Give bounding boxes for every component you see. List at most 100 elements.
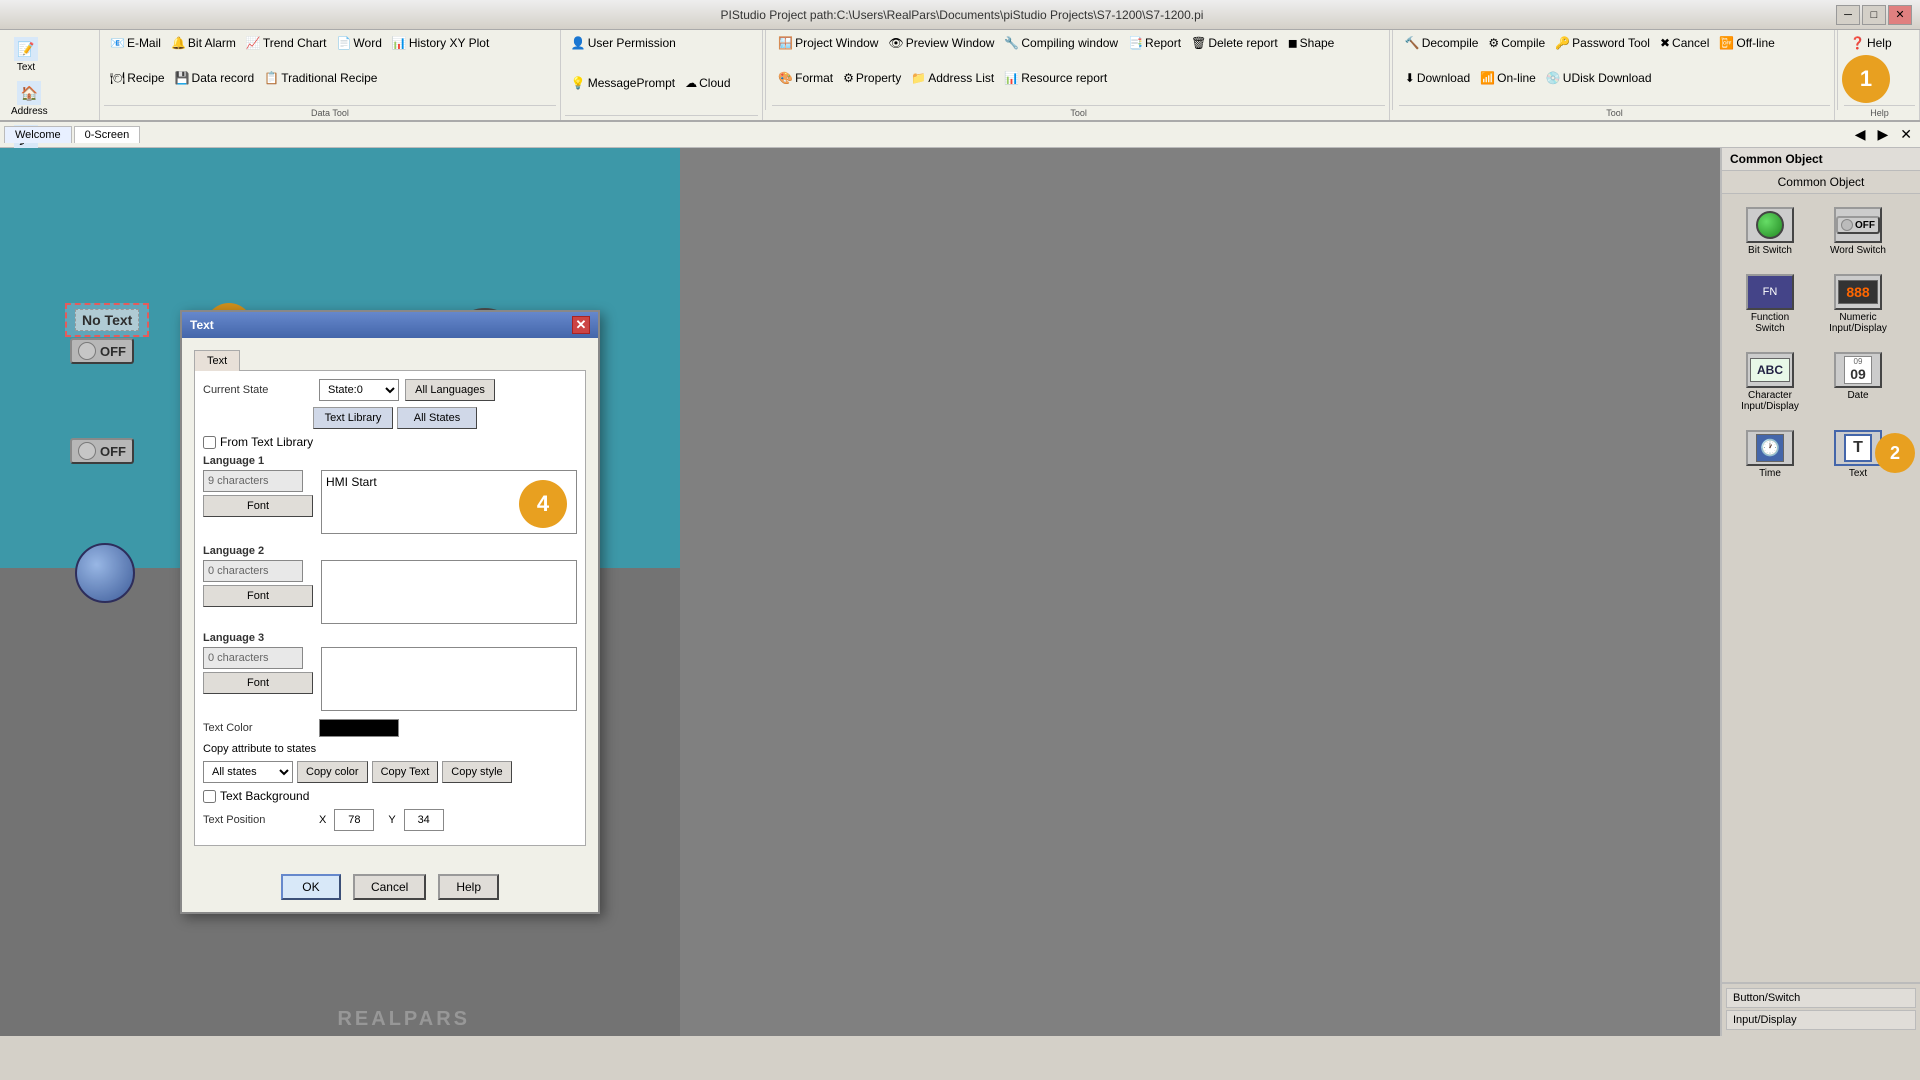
all-states-btn[interactable]: All States <box>397 407 477 429</box>
ribbon-btn-pwdtool[interactable]: 🔑Password Tool <box>1551 34 1654 52</box>
copy-style-btn[interactable]: Copy style <box>442 761 511 783</box>
panel-item-text[interactable]: T Text 2 <box>1818 425 1898 484</box>
dialog-tab-text[interactable]: Text <box>194 350 240 371</box>
ribbon-btn-offline[interactable]: 📴Off-line <box>1715 34 1778 52</box>
lang1-chars-input[interactable] <box>203 470 303 492</box>
ribbon-btn-recipe[interactable]: 🍽Recipe <box>106 69 169 87</box>
compile-label: Compile <box>1501 36 1545 50</box>
ribbon-btn-text[interactable]: 📝 Text <box>6 34 46 76</box>
online-label: On-line <box>1497 71 1536 85</box>
green-led-icon <box>1756 211 1784 239</box>
ribbon-btn-cloud[interactable]: ☁Cloud <box>681 74 734 92</box>
ribbon-btn-addrlist[interactable]: 📁Address List <box>907 69 998 87</box>
copy-text-btn[interactable]: Copy Text <box>372 761 439 783</box>
all-states-select[interactable]: All states <box>203 761 293 783</box>
y-label: Y <box>388 814 395 826</box>
email-label: E-Mail <box>127 36 161 50</box>
panel-item-word-switch[interactable]: OFF Word Switch <box>1818 202 1898 261</box>
lang1-controls: Font <box>203 470 313 537</box>
recipe-label: Recipe <box>127 71 164 85</box>
ribbon-btn-text-label: Text <box>17 62 35 73</box>
lang2-chars-input[interactable] <box>203 560 303 582</box>
panel-item-date[interactable]: 09 09 Date <box>1818 347 1898 417</box>
ribbon-btn-trendchart[interactable]: 📈Trend Chart <box>242 34 331 52</box>
ribbon-group-empty <box>565 115 759 118</box>
ribbon-btn-property[interactable]: ⚙Property <box>839 69 905 87</box>
ribbon-btn-udisk[interactable]: 💿UDisk Download <box>1542 69 1656 87</box>
ribbon-btn-compilewin[interactable]: 🔧Compiling window <box>1000 34 1122 52</box>
udisk-label: UDisk Download <box>1563 71 1652 85</box>
lang3-label: Language 3 <box>203 632 577 644</box>
panel-item-time[interactable]: 🕐 Time <box>1730 425 1810 484</box>
lang3-font-btn[interactable]: Font <box>203 672 313 694</box>
text-color-swatch[interactable] <box>319 719 399 737</box>
ribbon-btn-help[interactable]: ❓Help <box>1846 34 1896 52</box>
lang1-textarea-wrap: HMI Start 4 <box>321 470 577 537</box>
all-languages-btn[interactable]: All Languages <box>405 379 495 401</box>
panel-footer-btn-switch[interactable]: Button/Switch <box>1726 988 1916 1008</box>
dialog-overlay: Text ✕ Text Current State State:0 <box>0 148 680 1036</box>
tab-right-arrow[interactable]: ▶ <box>1873 126 1892 143</box>
panel-items: Bit Switch OFF Word Switch FN Function S… <box>1722 194 1920 492</box>
x-input[interactable] <box>334 809 374 831</box>
ribbon-btn-datarecord[interactable]: 💾Data record <box>171 69 259 87</box>
ribbon-btn-msgprompt[interactable]: 💡MessagePrompt <box>567 74 679 92</box>
copy-color-btn[interactable]: Copy color <box>297 761 368 783</box>
ribbon-btn-decompile[interactable]: 🔨Decompile <box>1401 34 1483 52</box>
ribbon-btn-resreport[interactable]: 📊Resource report <box>1000 69 1111 87</box>
lang1-font-btn[interactable]: Font <box>203 495 313 517</box>
lang2-textarea[interactable] <box>321 560 577 624</box>
text-bg-label: Text Background <box>220 789 309 803</box>
text-bg-checkbox[interactable] <box>203 790 216 803</box>
ribbon-btn-word[interactable]: 📄Word <box>332 34 385 52</box>
text-library-btn[interactable]: Text Library <box>313 407 393 429</box>
dialog-titlebar: Text ✕ <box>182 312 598 338</box>
ribbon-btn-online[interactable]: 📶On-line <box>1476 69 1540 87</box>
ribbon-btn-userperm[interactable]: 👤User Permission <box>567 34 680 52</box>
y-input[interactable] <box>404 809 444 831</box>
ribbon-btn-historyxy[interactable]: 📊History XY Plot <box>388 34 493 52</box>
tab-screen[interactable]: 0-Screen <box>74 126 141 143</box>
ribbon-btn-email[interactable]: 📧E-Mail <box>106 34 165 52</box>
lang3-chars-input[interactable] <box>203 647 303 669</box>
ribbon-btn-compile[interactable]: ⚙Compile <box>1484 34 1549 52</box>
ribbon-btn-delreport[interactable]: 🗑Delete report <box>1187 34 1282 52</box>
ribbon-btn-prevwin[interactable]: 👁Preview Window <box>884 34 998 52</box>
tab-welcome[interactable]: Welcome <box>4 126 72 143</box>
ribbon-btn-shape[interactable]: ◼Shape <box>1284 34 1339 52</box>
close-btn[interactable]: ✕ <box>1888 5 1912 25</box>
panel-item-numeric[interactable]: 888 Numeric Input/Display <box>1818 269 1898 339</box>
cancel-btn[interactable]: Cancel <box>353 874 426 900</box>
ribbon-btn-projwin[interactable]: 🪟Project Window <box>774 34 882 52</box>
tab-close[interactable]: ✕ <box>1896 126 1916 143</box>
from-textlib-checkbox[interactable] <box>203 436 216 449</box>
ribbon-btn-address[interactable]: 🏠 Address <box>6 78 53 120</box>
maximize-btn[interactable]: □ <box>1862 5 1886 25</box>
toggle-icon: OFF <box>1836 216 1880 234</box>
text-bg-row: Text Background <box>203 789 577 803</box>
ribbon-btn-format[interactable]: 🎨Format <box>774 69 837 87</box>
ribbon-group-datatool-label: Data Tool <box>104 105 556 118</box>
help-btn[interactable]: Help <box>438 874 499 900</box>
tab-left-arrow[interactable]: ◀ <box>1851 126 1870 143</box>
state-select[interactable]: State:0 <box>319 379 399 401</box>
ribbon-btn-tradrecipe[interactable]: 📋Traditional Recipe <box>260 69 381 87</box>
panel-footer-btn-input[interactable]: Input/Display <box>1726 1010 1916 1030</box>
ok-btn[interactable]: OK <box>281 874 341 900</box>
window-controls[interactable]: ─ □ ✕ <box>1836 5 1912 25</box>
ribbon-group-tool-label: Tool <box>772 105 1385 118</box>
lang3-textarea[interactable] <box>321 647 577 711</box>
panel-item-bit-switch[interactable]: Bit Switch <box>1730 202 1810 261</box>
decompile-label: Decompile <box>1422 36 1479 50</box>
lang2-font-btn[interactable]: Font <box>203 585 313 607</box>
ribbon-btn-bitalarm[interactable]: 🔔Bit Alarm <box>167 34 240 52</box>
minimize-btn[interactable]: ─ <box>1836 5 1860 25</box>
panel-item-char[interactable]: ABC Character Input/Display <box>1730 347 1810 417</box>
compilewin-label: Compiling window <box>1021 36 1118 50</box>
dialog-close-btn[interactable]: ✕ <box>572 316 590 334</box>
numeric-icon: 888 <box>1834 274 1882 310</box>
panel-item-function-switch[interactable]: FN Function Switch <box>1730 269 1810 339</box>
ribbon-btn-report[interactable]: 📑Report <box>1124 34 1185 52</box>
ribbon-btn-download[interactable]: ⬇Download <box>1401 69 1474 87</box>
ribbon-btn-cancel[interactable]: ✖Cancel <box>1656 34 1713 52</box>
